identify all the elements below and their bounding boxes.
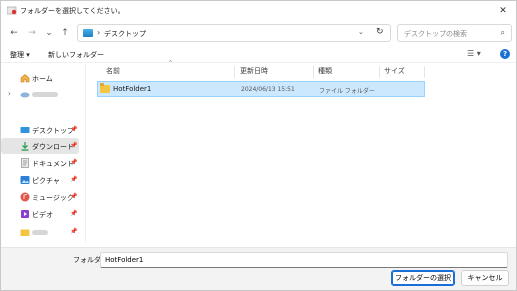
column-header-size[interactable]: サイズ (384, 66, 405, 76)
dialog-footer: フォルダー: フォルダーの選択 キャンセル (1, 247, 516, 290)
pin-icon: 📌 (70, 142, 78, 149)
navigation-pane: ホーム › デスクトップ 📌 ダウンロード 📌 ドキュメント 📌 ピクチャ 📌 (1, 64, 81, 242)
back-button[interactable]: ← (7, 26, 21, 40)
pin-icon: 📌 (70, 193, 78, 200)
command-bar: 整理 ▾ 新しいフォルダー ☰ ▾ ? (1, 47, 516, 63)
sidebar-item-music[interactable]: ミュージック 📌 (1, 189, 79, 205)
pin-icon: 📌 (70, 126, 78, 133)
onedrive-icon (20, 92, 30, 98)
sidebar-item-folder[interactable] (1, 240, 79, 242)
sidebar-item-label: デスクトップ (32, 127, 74, 135)
view-options-icon[interactable]: ☰ ▾ (467, 49, 481, 58)
up-button[interactable]: ↑ (58, 26, 72, 40)
folder-picker-dialog: フォルダーを選択してください。 ✕ ← → ⌄ ↑ › デスクトップ ⌄ ↻ デ… (0, 0, 517, 291)
sidebar-item-videos[interactable]: ビデオ 📌 (1, 206, 79, 222)
pin-icon: 📌 (70, 176, 78, 183)
dialog-title: フォルダーを選択してください。 (20, 7, 125, 15)
recent-locations-button[interactable]: ⌄ (42, 26, 56, 40)
file-modified: 2024/06/13 15:51 (241, 86, 295, 93)
organize-button[interactable]: 整理 ▾ (10, 50, 30, 60)
column-header-type[interactable]: 種類 (318, 66, 332, 76)
close-button[interactable]: ✕ (496, 5, 510, 17)
sidebar-item-documents[interactable]: ドキュメント 📌 (1, 155, 79, 171)
help-icon[interactable]: ? (500, 49, 510, 59)
file-name: HotFolder1 (113, 85, 152, 93)
select-folder-button[interactable]: フォルダーの選択 (391, 270, 455, 286)
sidebar-item-downloads[interactable]: ダウンロード 📌 (1, 138, 79, 154)
picture-icon (20, 176, 30, 184)
breadcrumb-separator: › (97, 28, 101, 37)
sidebar-item-label: ビデオ (32, 211, 53, 219)
sidebar-item-label: ダウンロード (32, 143, 74, 151)
forward-button[interactable]: → (25, 26, 39, 40)
sidebar-item-folder[interactable]: 📌 (1, 224, 79, 240)
sidebar-item-onedrive[interactable]: › (1, 86, 79, 102)
chevron-right-icon[interactable]: › (8, 90, 11, 98)
sidebar-item-label: ピクチャ (32, 177, 60, 185)
new-folder-button[interactable]: 新しいフォルダー (48, 50, 104, 60)
breadcrumb-desktop[interactable]: デスクトップ (104, 29, 146, 39)
search-input[interactable]: デスクトップの検索 ⌕ (397, 24, 512, 42)
sidebar-item-desktop[interactable]: デスクトップ 📌 (1, 122, 79, 138)
sidebar-item-label: ミュージック (32, 194, 74, 202)
column-header-name[interactable]: 名前 (106, 66, 120, 76)
redacted-label (32, 92, 58, 97)
file-list: ^ 名前 更新日時 種類 サイズ HotFolder1 2024/06/13 1… (87, 60, 506, 242)
pin-icon: 📌 (70, 228, 78, 235)
pin-icon: 📌 (70, 210, 78, 217)
title-bar: フォルダーを選択してください。 ✕ (1, 1, 516, 21)
column-divider[interactable] (313, 66, 314, 78)
document-icon (21, 158, 29, 168)
app-icon (7, 6, 17, 15)
folder-icon (100, 83, 110, 93)
search-icon[interactable]: ⌕ (501, 28, 505, 38)
download-icon (21, 142, 29, 151)
folder-name-field[interactable] (100, 252, 508, 268)
address-dropdown-icon[interactable]: ⌄ (358, 28, 364, 36)
vertical-scrollbar[interactable] (506, 64, 514, 242)
column-divider[interactable] (234, 66, 235, 78)
table-row[interactable]: HotFolder1 2024/06/13 15:51 ファイル フォルダー (97, 81, 425, 97)
folder-icon (20, 229, 30, 236)
address-bar[interactable]: › デスクトップ ⌄ ↻ (77, 24, 391, 42)
column-header-modified[interactable]: 更新日時 (240, 66, 268, 76)
sidebar-item-label: ドキュメント (32, 160, 74, 168)
column-divider[interactable] (379, 66, 380, 78)
music-icon (20, 192, 30, 202)
redacted-label (32, 230, 48, 235)
file-type: ファイル フォルダー (319, 88, 375, 95)
desktop-icon (20, 127, 30, 133)
pin-icon: 📌 (70, 159, 78, 166)
search-placeholder: デスクトップの検索 (404, 30, 467, 38)
home-icon (20, 74, 30, 83)
video-icon (21, 210, 29, 218)
desktop-icon (83, 29, 93, 37)
cancel-button[interactable]: キャンセル (461, 270, 509, 286)
column-divider[interactable] (424, 66, 425, 78)
sidebar-item-pictures[interactable]: ピクチャ 📌 (1, 172, 79, 188)
pane-divider[interactable] (85, 64, 86, 242)
sidebar-item-home[interactable]: ホーム (1, 70, 79, 86)
refresh-icon[interactable]: ↻ (376, 27, 384, 37)
sort-ascending-icon: ^ (168, 60, 174, 67)
sidebar-item-label: ホーム (32, 75, 53, 83)
